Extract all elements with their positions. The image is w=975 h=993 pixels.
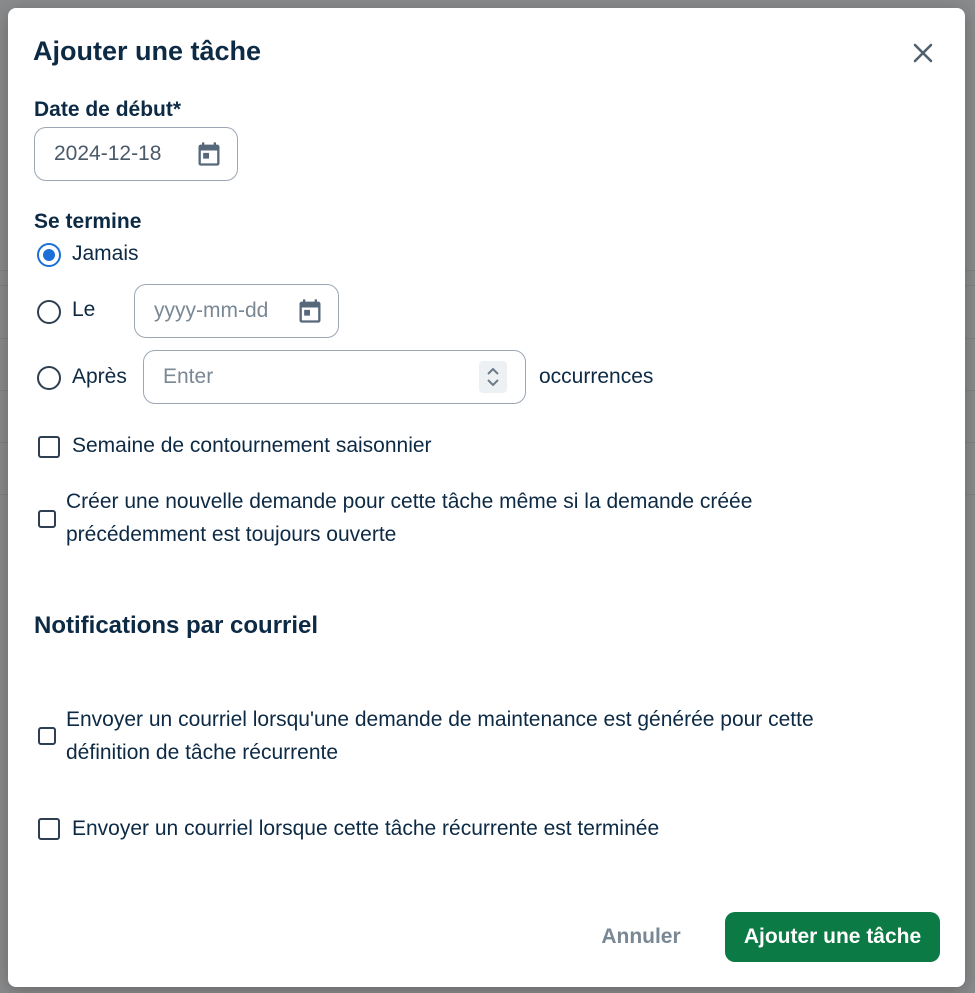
close-icon[interactable] [908,38,938,68]
occurrences-placeholder: Enter [163,365,214,388]
start-date-value: 2024-12-18 [54,142,162,165]
add-task-dialog: Ajouter une tâche Date de début* 2024-12… [8,8,965,987]
ends-label: Se termine [34,210,142,233]
radio-after-label: Après [72,365,127,388]
occurrences-input[interactable]: Enter [143,350,526,404]
radio-never-label: Jamais [72,242,139,265]
notify-generated-label-line1: Envoyer un courriel lorsqu'une demande d… [66,708,814,731]
new-request-checkbox[interactable] [38,510,56,528]
number-stepper-icon[interactable] [479,361,507,393]
calendar-icon[interactable] [195,140,223,168]
start-date-label: Date de début* [34,98,182,121]
radio-on-date-label: Le [72,298,96,321]
radio-never[interactable] [37,243,61,267]
end-date-input[interactable]: yyyy-mm-dd [134,284,339,338]
radio-after[interactable] [37,366,61,390]
calendar-icon[interactable] [296,297,324,325]
radio-on-date[interactable] [37,300,61,324]
seasonal-bypass-label: Semaine de contournement saisonnier [72,434,432,457]
new-request-label-line2: précédemment est toujours ouverte [66,523,397,546]
start-date-input[interactable]: 2024-12-18 [34,127,238,181]
dialog-title: Ajouter une tâche [33,36,262,66]
add-task-button[interactable]: Ajouter une tâche [725,912,940,962]
occurrences-suffix: occurrences [539,365,654,388]
new-request-label-line1: Créer une nouvelle demande pour cette tâ… [66,490,753,513]
notify-completed-label: Envoyer un courriel lorsque cette tâche … [72,817,660,840]
notifications-heading: Notifications par courriel [34,612,319,639]
cancel-button[interactable]: Annuler [591,912,691,962]
end-date-placeholder: yyyy-mm-dd [154,299,269,322]
notify-completed-checkbox[interactable] [38,818,60,840]
notify-generated-checkbox[interactable] [38,727,56,745]
seasonal-bypass-checkbox[interactable] [38,436,60,458]
notify-generated-label-line2: définition de tâche récurrente [66,741,339,764]
